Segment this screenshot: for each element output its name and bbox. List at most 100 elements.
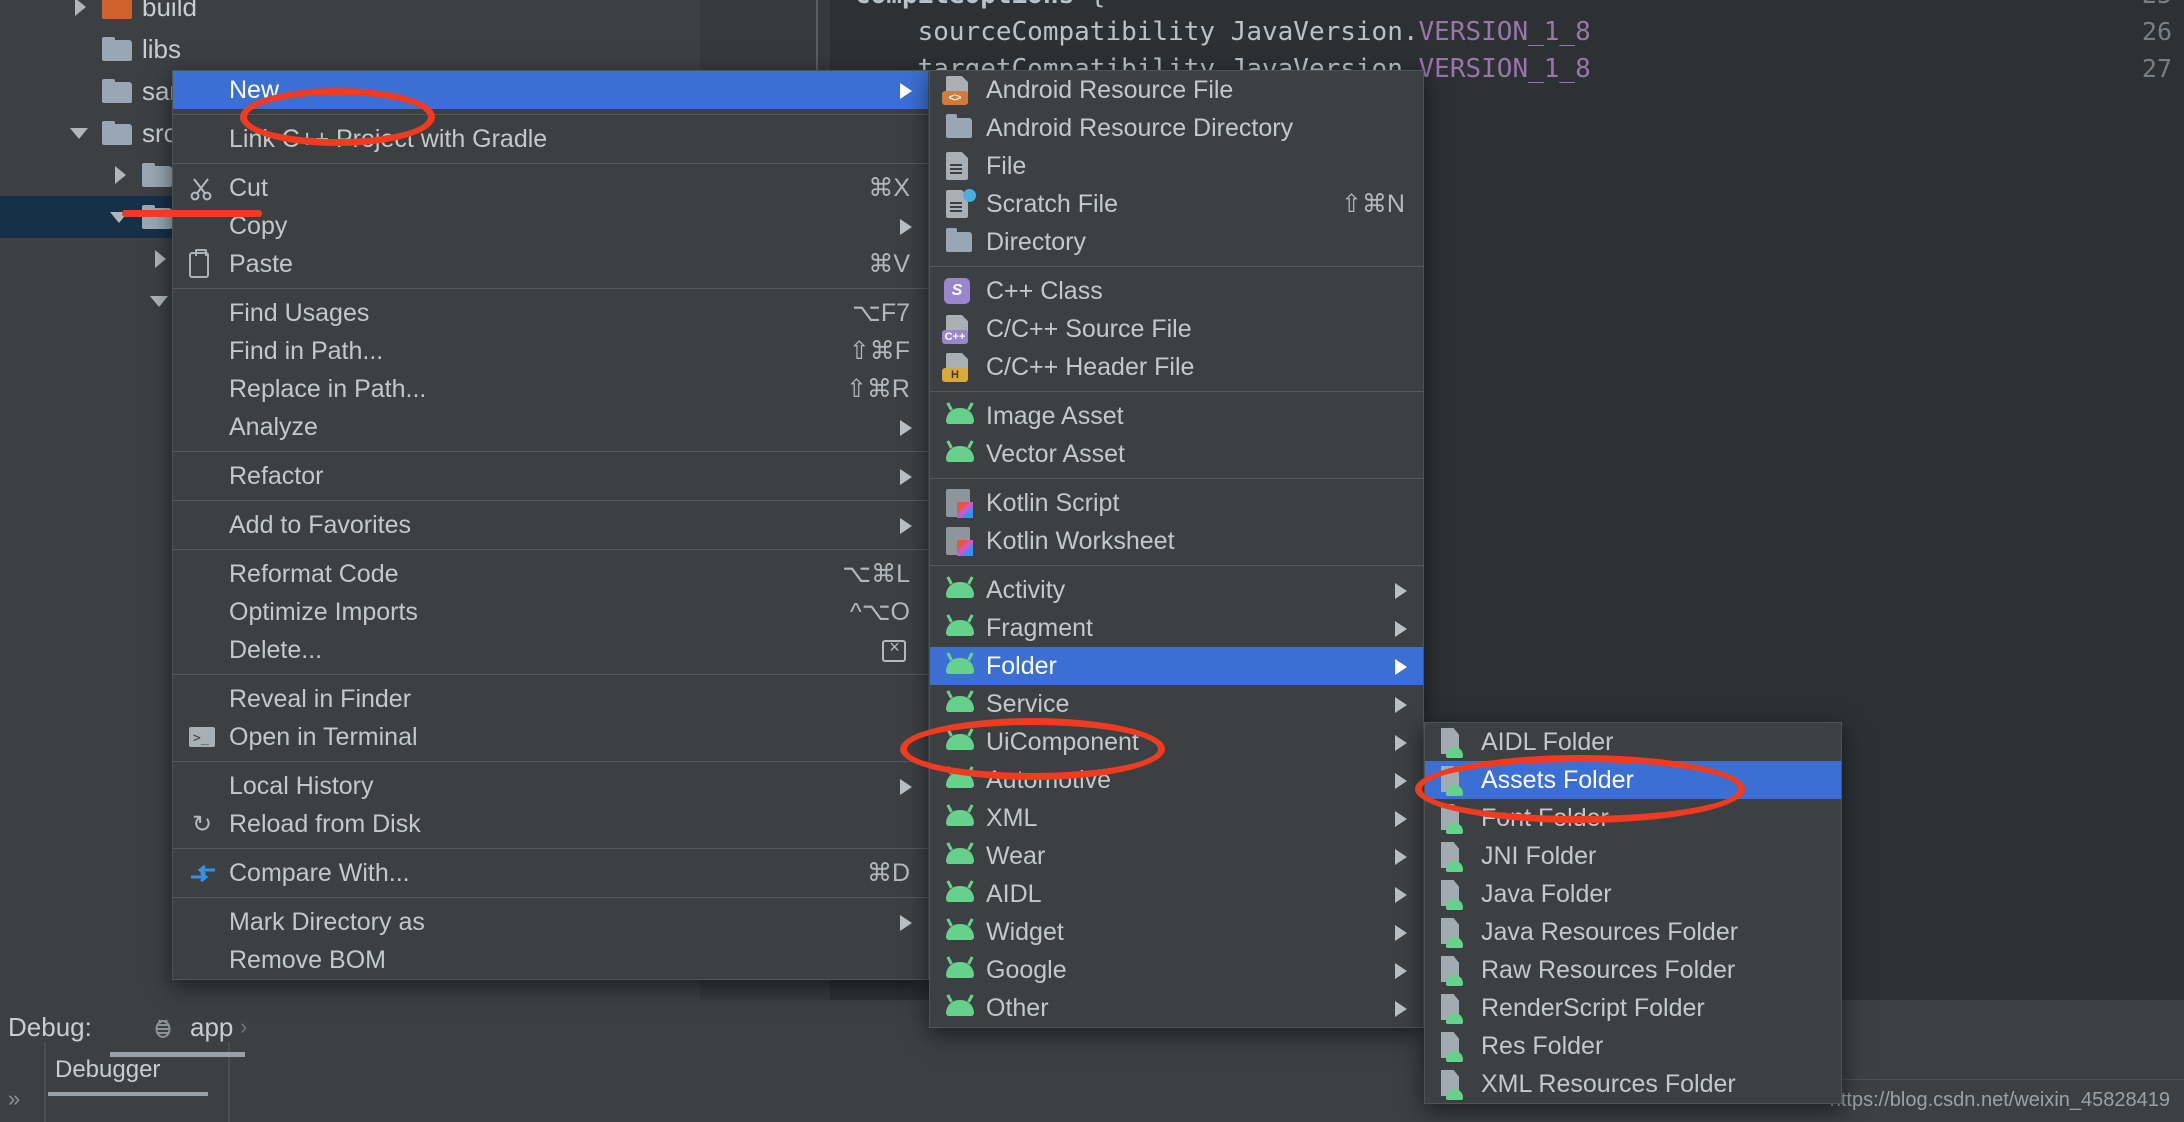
- folder-submenu-item-assets-folder[interactable]: Assets Folder: [1425, 761, 1841, 799]
- chevron-right-icon[interactable]: [68, 0, 94, 20]
- menu-item-label: Reformat Code: [229, 560, 399, 589]
- new-submenu-item-directory[interactable]: Directory: [930, 223, 1423, 261]
- folder-submenu-item-java-resources-folder[interactable]: Java Resources Folder: [1425, 913, 1841, 951]
- context-menu-item-optimize-imports[interactable]: Optimize Imports^⌥O: [173, 593, 928, 631]
- context-menu-item-new[interactable]: New: [173, 71, 928, 109]
- context-menu-item-copy[interactable]: Copy: [173, 207, 928, 245]
- menu-item-label: Android Resource Directory: [986, 114, 1293, 143]
- new-submenu-item-activity[interactable]: Activity: [930, 571, 1423, 609]
- menu-item-label: Find in Path...: [229, 337, 383, 366]
- no-icon: [185, 374, 221, 404]
- folder-submenu[interactable]: AIDL FolderAssets FolderFont FolderJNI F…: [1424, 722, 1842, 1104]
- tree-item-build[interactable]: build: [0, 0, 197, 28]
- menu-item-label: Refactor: [229, 462, 323, 491]
- folder-submenu-item-jni-folder[interactable]: JNI Folder: [1425, 837, 1841, 875]
- context-menu-item-cut[interactable]: Cut⌘X: [173, 169, 928, 207]
- expand-chevrons-icon[interactable]: »: [8, 1086, 20, 1112]
- new-submenu-item-vector-asset[interactable]: Vector Asset: [930, 435, 1423, 473]
- new-submenu-item-fragment[interactable]: Fragment: [930, 609, 1423, 647]
- new-submenu-item-android-resource-directory[interactable]: Android Resource Directory: [930, 109, 1423, 147]
- android-folder-icon: [1437, 1069, 1473, 1099]
- new-submenu-item-uicomponent[interactable]: UiComponent: [930, 723, 1423, 761]
- context-menu-item-mark-directory-as[interactable]: Mark Directory as: [173, 903, 928, 941]
- folder-icon: [142, 163, 172, 187]
- menu-item-label: C++ Class: [986, 277, 1103, 306]
- context-menu-item-reload-from-disk[interactable]: ↻Reload from Disk: [173, 805, 928, 843]
- android-folder-icon: [1437, 993, 1473, 1023]
- menu-item-label: Fragment: [986, 614, 1093, 643]
- new-submenu-item-aidl[interactable]: AIDL: [930, 875, 1423, 913]
- tab-debugger[interactable]: Debugger: [55, 1056, 160, 1084]
- folder-submenu-item-raw-resources-folder[interactable]: Raw Resources Folder: [1425, 951, 1841, 989]
- file-icon: [942, 151, 978, 181]
- new-submenu-item-kotlin-worksheet[interactable]: Kotlin Worksheet: [930, 522, 1423, 560]
- context-menu-item-analyze[interactable]: Analyze: [173, 408, 928, 446]
- new-submenu-item-c-class[interactable]: S C++ Class: [930, 272, 1423, 310]
- new-submenu[interactable]: <>Android Resource FileAndroid Resource …: [929, 70, 1424, 1028]
- chevron-right-icon: [900, 779, 912, 795]
- context-menu-item-paste[interactable]: Paste⌘V: [173, 245, 928, 283]
- chevron-right-icon[interactable]: [148, 246, 174, 272]
- context-menu-item-replace-in-path[interactable]: Replace in Path...⇧⌘R: [173, 370, 928, 408]
- folder-submenu-item-res-folder[interactable]: Res Folder: [1425, 1027, 1841, 1065]
- compare-icon: [185, 858, 221, 888]
- no-icon: [185, 684, 221, 714]
- folder-submenu-item-java-folder[interactable]: Java Folder: [1425, 875, 1841, 913]
- menu-item-label: Optimize Imports: [229, 598, 418, 627]
- folder-submenu-item-font-folder[interactable]: Font Folder: [1425, 799, 1841, 837]
- no-twisty[interactable]: [68, 36, 94, 62]
- menu-item-label: Vector Asset: [986, 440, 1125, 469]
- new-submenu-item-kotlin-script[interactable]: Kotlin Script: [930, 484, 1423, 522]
- tree-item-libs[interactable]: libs: [0, 28, 181, 70]
- folder-submenu-item-xml-resources-folder[interactable]: XML Resources Folder: [1425, 1065, 1841, 1103]
- context-menu-item-reveal-in-finder[interactable]: Reveal in Finder: [173, 680, 928, 718]
- context-menu-item-open-in-terminal[interactable]: Open in Terminal: [173, 718, 928, 756]
- new-submenu-item-image-asset[interactable]: Image Asset: [930, 397, 1423, 435]
- android-folder-icon: [1437, 803, 1473, 833]
- new-submenu-item-file[interactable]: File: [930, 147, 1423, 185]
- new-submenu-item-scratch-file[interactable]: Scratch File⇧⌘N: [930, 185, 1423, 223]
- context-menu[interactable]: New Link C++ Project with Gradle Cut⌘XCopy…: [172, 70, 929, 980]
- new-submenu-item-google[interactable]: Google: [930, 951, 1423, 989]
- new-submenu-item-automotive[interactable]: Automotive: [930, 761, 1423, 799]
- folder-submenu-item-aidl-folder[interactable]: AIDL Folder: [1425, 723, 1841, 761]
- chevron-down-icon[interactable]: [68, 120, 94, 146]
- menu-item-shortcut: ⌘D: [867, 858, 910, 888]
- reload-icon: ↻: [185, 809, 221, 839]
- context-menu-item-compare-with[interactable]: Compare With...⌘D: [173, 854, 928, 892]
- chevron-right-icon[interactable]: [108, 162, 134, 188]
- new-submenu-item-folder[interactable]: Folder: [930, 647, 1423, 685]
- cpp-class-icon: S: [942, 276, 978, 306]
- context-menu-item-remove-bom[interactable]: Remove BOM: [173, 941, 928, 979]
- context-menu-item-link-c-project-with-gradle[interactable]: Link C++ Project with Gradle: [173, 120, 928, 158]
- chevron-down-icon[interactable]: [148, 288, 174, 314]
- chevron-down-icon[interactable]: [108, 204, 134, 230]
- context-menu-item-local-history[interactable]: Local History: [173, 767, 928, 805]
- new-submenu-item-service[interactable]: Service: [930, 685, 1423, 723]
- folder-submenu-item-renderscript-folder[interactable]: RenderScript Folder: [1425, 989, 1841, 1027]
- new-submenu-item-c-c-source-file[interactable]: C++C/C++ Source File: [930, 310, 1423, 348]
- new-submenu-item-android-resource-file[interactable]: <>Android Resource File: [930, 71, 1423, 109]
- debug-config-name[interactable]: app: [190, 1012, 233, 1043]
- new-submenu-item-widget[interactable]: Widget: [930, 913, 1423, 951]
- no-twisty[interactable]: [68, 78, 94, 104]
- tree-item-src[interactable]: src: [0, 112, 177, 154]
- menu-item-label: Android Resource File: [986, 76, 1233, 105]
- new-submenu-item-xml[interactable]: XML: [930, 799, 1423, 837]
- context-menu-item-add-to-favorites[interactable]: Add to Favorites: [173, 506, 928, 544]
- ide-window: 25compileOptions {26 sourceCompatibility…: [0, 0, 2184, 1122]
- context-menu-item-reformat-code[interactable]: Reformat Code⌥⌘L: [173, 555, 928, 593]
- context-menu-item-refactor[interactable]: Refactor: [173, 457, 928, 495]
- menu-item-label: C/C++ Source File: [986, 315, 1192, 344]
- menu-item-label: Kotlin Worksheet: [986, 527, 1175, 556]
- menu-item-label: Scratch File: [986, 190, 1118, 219]
- new-submenu-item-other[interactable]: Other: [930, 989, 1423, 1027]
- context-menu-item-delete[interactable]: Delete...: [173, 631, 928, 669]
- new-submenu-item-c-c-header-file[interactable]: HC/C++ Header File: [930, 348, 1423, 386]
- chevron-right-icon: [900, 219, 912, 235]
- context-menu-item-find-in-path[interactable]: Find in Path...⇧⌘F: [173, 332, 928, 370]
- folder-icon: [102, 79, 132, 103]
- context-menu-item-find-usages[interactable]: Find Usages⌥F7: [173, 294, 928, 332]
- new-submenu-item-wear[interactable]: Wear: [930, 837, 1423, 875]
- menu-separator: [173, 549, 928, 550]
